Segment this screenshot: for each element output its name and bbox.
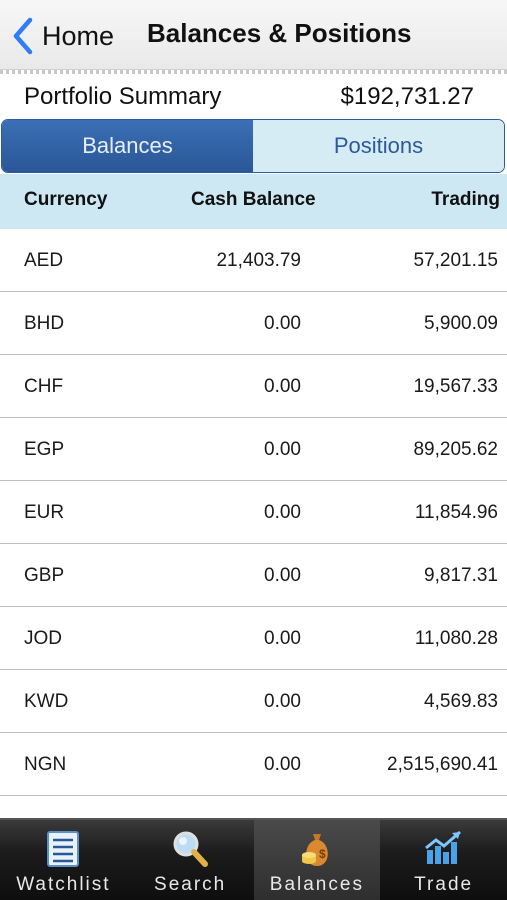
cash-balance-cell: 0.00 <box>264 565 301 586</box>
balances-table: AED 21,403.79 57,201.15 BHD 0.00 5,900.0… <box>0 229 507 796</box>
back-label: Home <box>42 20 115 51</box>
tab-label: Trade <box>414 874 474 895</box>
table-row[interactable]: JOD 0.00 11,080.28 <box>0 607 507 670</box>
table-row[interactable]: BHD 0.00 5,900.09 <box>0 292 507 355</box>
trading-cell: 57,201.15 <box>413 250 498 271</box>
summary-label: Portfolio Summary <box>24 83 222 110</box>
tab-trade[interactable]: Trade <box>380 820 507 900</box>
column-header-currency: Currency <box>24 189 108 210</box>
navigation-bar: Home Balances & Positions <box>0 0 507 70</box>
chart-icon <box>424 830 461 864</box>
currency-cell: EUR <box>24 502 65 523</box>
trading-cell: 9,817.31 <box>424 565 498 586</box>
trading-cell: 11,080.28 <box>414 628 498 649</box>
table-row[interactable]: NGN 0.00 2,515,690.41 <box>0 733 507 796</box>
back-button[interactable]: Home <box>10 16 114 56</box>
tab-label: Search <box>154 874 227 895</box>
tab-label: Watchlist <box>16 874 111 895</box>
summary-value: $192,731.27 <box>340 83 474 110</box>
currency-cell: JOD <box>24 628 62 649</box>
table-row[interactable]: CHF 0.00 19,567.33 <box>0 355 507 418</box>
chevron-left-icon <box>13 17 33 55</box>
table-row[interactable]: EUR 0.00 11,854.96 <box>0 481 507 544</box>
trading-cell: 89,205.62 <box>413 439 498 460</box>
cash-balance-cell: 0.00 <box>264 313 301 334</box>
trading-cell: 5,900.09 <box>424 313 498 334</box>
table-row[interactable]: GBP 0.00 9,817.31 <box>0 544 507 607</box>
cash-balance-cell: 0.00 <box>264 439 301 460</box>
cash-balance-cell: 0.00 <box>264 502 301 523</box>
tab-positions[interactable]: Positions <box>253 120 504 172</box>
currency-cell: EGP <box>24 439 65 460</box>
trading-cell: 11,854.96 <box>414 502 498 523</box>
currency-cell: BHD <box>24 313 65 334</box>
table-row[interactable]: EGP 0.00 89,205.62 <box>0 418 507 481</box>
tab-search[interactable]: Search <box>127 820 254 900</box>
column-header-trading: Trading <box>431 189 500 210</box>
table-row[interactable]: KWD 0.00 4,569.83 <box>0 670 507 733</box>
svg-text:$: $ <box>319 847 326 861</box>
currency-cell: KWD <box>24 691 69 712</box>
segmented-control: Balances Positions <box>1 119 505 173</box>
tab-balances-nav[interactable]: $ Balances <box>253 820 381 900</box>
column-header-cash-balance: Cash Balance <box>191 189 316 210</box>
cash-balance-cell: 0.00 <box>264 754 301 775</box>
currency-cell: CHF <box>24 376 64 397</box>
cash-balance-cell: 0.00 <box>264 691 301 712</box>
currency-cell: GBP <box>24 565 65 586</box>
portfolio-summary: Portfolio Summary $192,731.27 <box>0 74 507 118</box>
cash-balance-cell: 0.00 <box>264 628 301 649</box>
cash-balance-cell: 21,403.79 <box>216 250 301 271</box>
magnifier-icon <box>173 831 209 867</box>
trading-cell: 4,569.83 <box>424 691 498 712</box>
currency-cell: AED <box>24 250 64 271</box>
tab-label: Balances <box>269 874 364 895</box>
tab-watchlist[interactable]: Watchlist <box>0 820 127 900</box>
money-bag-icon: $ <box>301 834 328 866</box>
tab-balances[interactable]: Balances <box>2 120 253 172</box>
trading-cell: 2,515,690.41 <box>387 754 498 775</box>
currency-cell: NGN <box>24 754 67 775</box>
tab-bar: Watchlist Search $ Balances Trade <box>0 818 507 900</box>
table-row[interactable]: AED 21,403.79 57,201.15 <box>0 229 507 292</box>
page-title: Balances & Positions <box>147 18 412 48</box>
trading-cell: 19,567.33 <box>413 376 498 397</box>
list-icon <box>47 831 80 867</box>
cash-balance-cell: 0.00 <box>264 376 301 397</box>
table-header: Currency Cash Balance Trading <box>0 174 507 229</box>
